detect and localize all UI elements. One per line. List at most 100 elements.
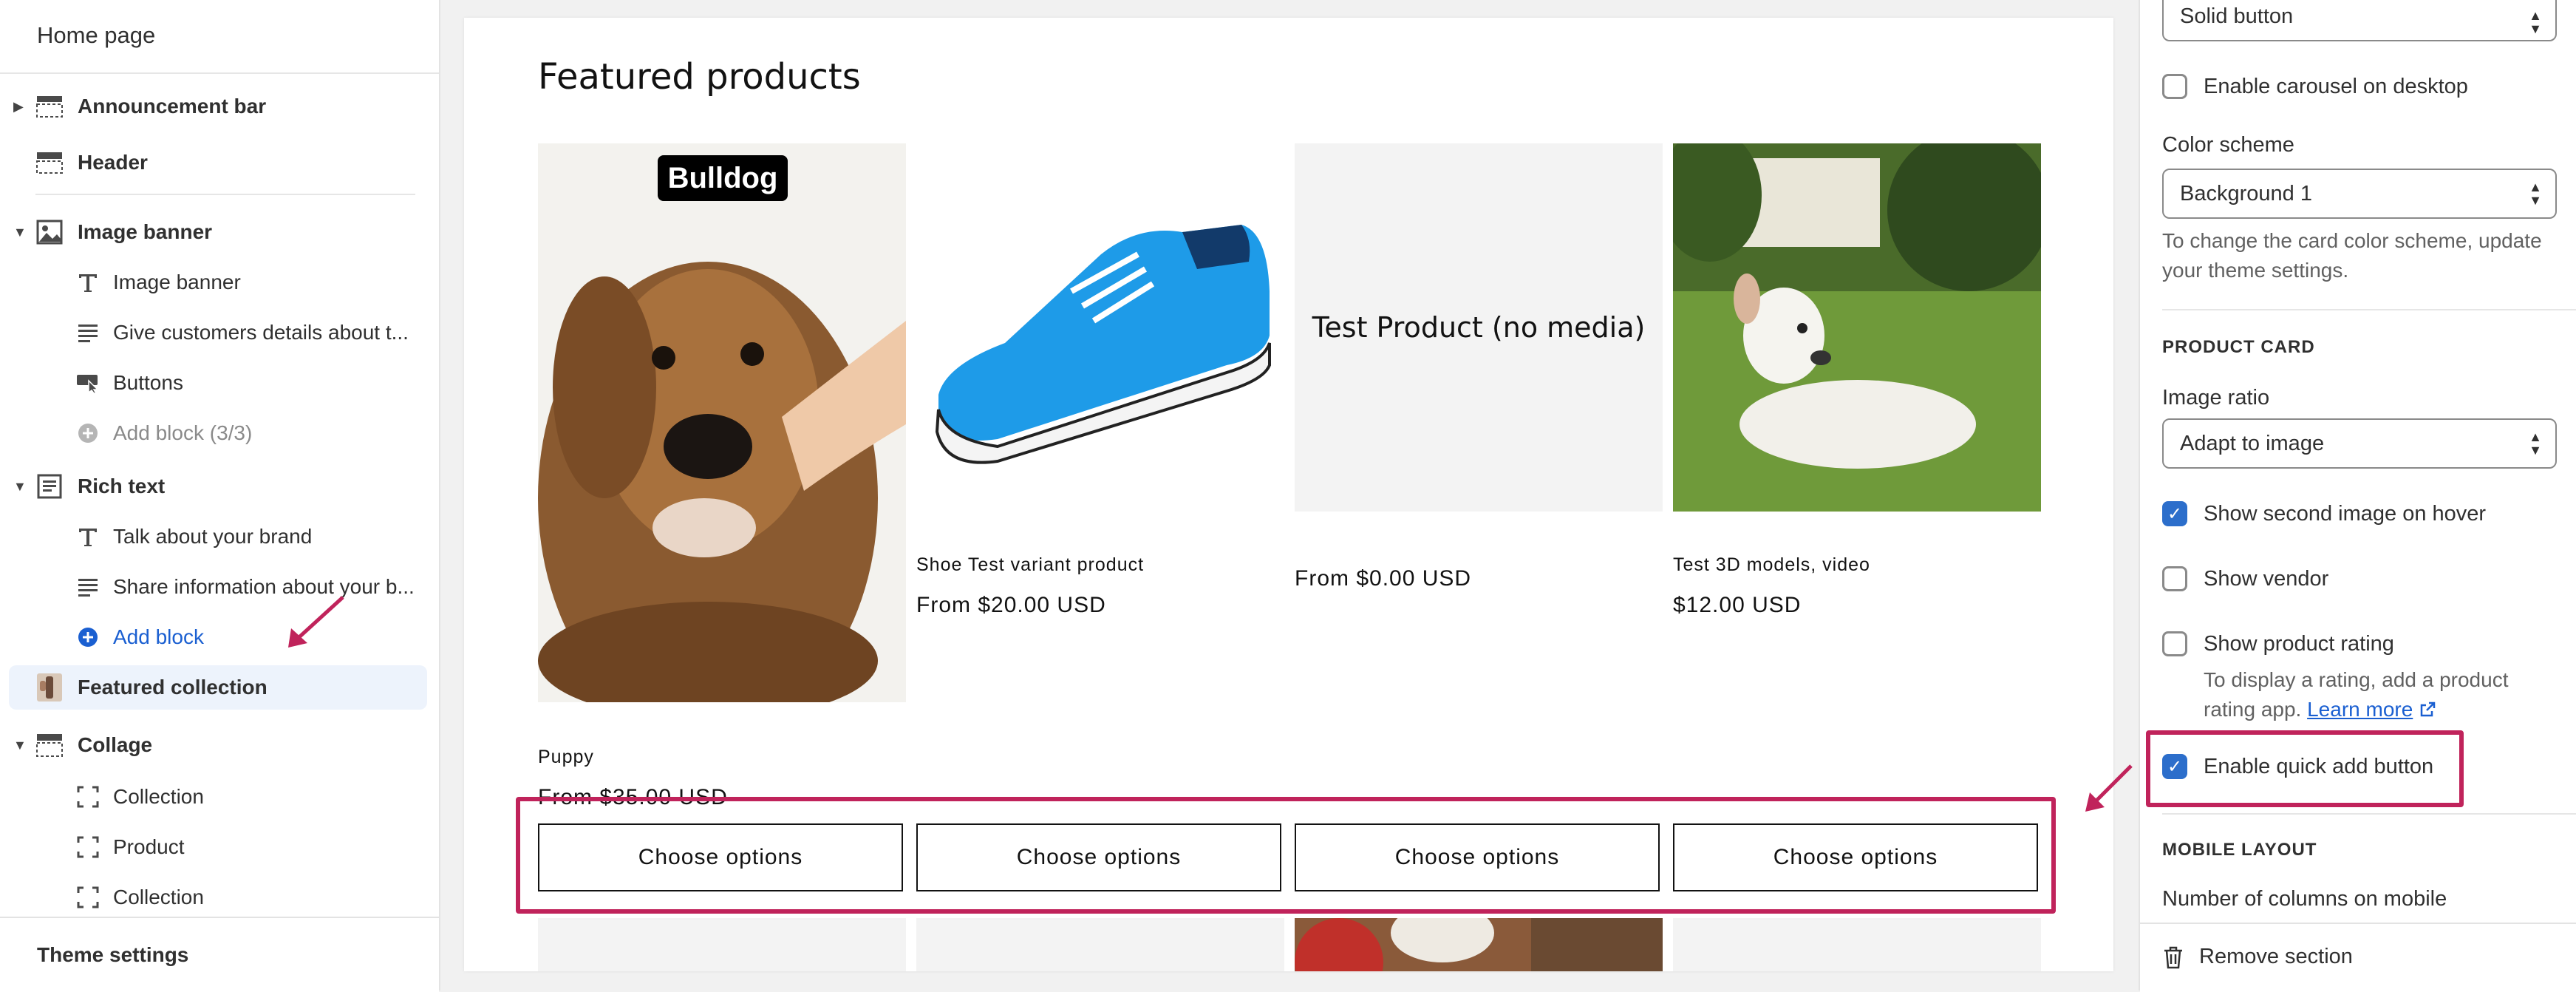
sidebar-item-paragraph[interactable]: Give customers details about t... <box>0 310 439 355</box>
select-chevron-icon: ▲ ▼ <box>2529 429 2542 458</box>
checkbox-label: Show vendor <box>2204 566 2329 591</box>
enable-carousel-checkbox[interactable]: Enable carousel on desktop <box>2162 74 2468 99</box>
image-ratio-select[interactable]: Adapt to image ▲ ▼ <box>2162 418 2557 469</box>
show-second-image-checkbox[interactable]: ✓ Show second image on hover <box>2162 501 2486 526</box>
remove-section-button[interactable]: Remove section <box>2162 945 2353 969</box>
checkmark-icon[interactable]: ✓ <box>2162 501 2187 526</box>
checkbox-label: Show second image on hover <box>2204 501 2487 526</box>
select-value: Background 1 <box>2180 181 2312 205</box>
dashed-square-icon <box>74 883 102 911</box>
product-name[interactable]: Shoe Test variant product <box>916 554 1144 576</box>
sidebar-item-collage-product[interactable]: Product <box>0 825 439 869</box>
image-ratio-label: Image ratio <box>2162 386 2270 410</box>
header-icon <box>35 149 64 177</box>
checkbox-label: Enable carousel on desktop <box>2204 74 2468 98</box>
checkbox-empty-icon[interactable] <box>2162 566 2187 591</box>
sidebar-item-collage[interactable]: ▼ Collage <box>0 723 439 767</box>
sidebar-item-label: Announcement bar <box>78 95 267 118</box>
product-name[interactable]: Test 3D models, video <box>1673 554 1870 576</box>
learn-more-link[interactable]: Learn more <box>2307 698 2413 721</box>
sidebar-item-label: Add block <box>113 625 204 648</box>
show-product-rating-checkbox[interactable]: Show product rating <box>2162 631 2394 656</box>
checkbox-empty-icon[interactable] <box>2162 631 2187 656</box>
sidebar-item-label: Featured collection <box>78 676 268 699</box>
sidebar-item-rich-text[interactable]: ▼ Rich text <box>0 464 439 509</box>
placeholder-title: Test Product (no media) <box>1312 311 1646 344</box>
show-vendor-checkbox[interactable]: Show vendor <box>2162 566 2328 591</box>
mobile-layout-heading: MOBILE LAYOUT <box>2162 840 2317 860</box>
product-image[interactable] <box>916 143 1284 512</box>
sidebar-item-header[interactable]: Header <box>0 140 439 185</box>
dashed-square-icon <box>74 833 102 861</box>
sidebar-item-label: Give customers details about t... <box>113 321 409 344</box>
sidebar-item-rich-text-paragraph[interactable]: Share information about your b... <box>0 565 439 609</box>
checkbox-empty-icon[interactable] <box>2162 74 2187 99</box>
sidebar-item-label: Image banner <box>113 271 241 293</box>
product-image <box>1295 918 1663 971</box>
image-icon <box>35 218 64 246</box>
product-image[interactable] <box>1673 143 2041 512</box>
sidebar-item-label: Image banner <box>78 220 213 243</box>
rich-text-icon <box>35 472 64 500</box>
text-icon <box>74 268 102 296</box>
buttons-icon <box>74 369 102 397</box>
caret-down-icon[interactable]: ▼ <box>13 479 27 495</box>
sidebar-item-label: Header <box>78 151 148 174</box>
remove-section-footer: Remove section <box>2140 923 2576 992</box>
paragraph-icon <box>74 573 102 601</box>
divider <box>35 194 415 195</box>
image-caption: Bulldog <box>667 161 778 194</box>
settings-panel: Solid button ▲ ▼ Enable carousel on deskt… <box>2139 0 2576 992</box>
product-name[interactable]: Puppy <box>538 747 594 768</box>
collage-icon <box>35 731 64 759</box>
divider <box>2162 309 2576 310</box>
sidebar-item-image-banner[interactable]: ▼ Image banner <box>0 210 439 254</box>
annotation-highlight-box <box>516 797 2056 914</box>
sidebar-item-buttons[interactable]: Buttons <box>0 361 439 405</box>
sidebar-item-label: Buttons <box>113 371 183 394</box>
sidebar-item-rich-text-heading[interactable]: Talk about your brand <box>0 514 439 559</box>
section-icon <box>35 92 64 120</box>
sidebar-item-image-banner-text[interactable]: Image banner <box>0 260 439 305</box>
annotation-arrow-icon <box>288 596 344 648</box>
sidebar-item-label: Share information about your b... <box>113 575 415 598</box>
add-circle-icon <box>74 623 102 651</box>
sidebar-item-label: Collage <box>78 733 153 756</box>
page-title: Home page <box>37 22 156 48</box>
color-scheme-select[interactable]: Background 1 ▲ ▼ <box>2162 169 2557 219</box>
paragraph-icon <box>74 319 102 347</box>
section-heading: Featured products <box>538 56 861 98</box>
external-link-icon[interactable] <box>2419 701 2436 718</box>
theme-settings-footer[interactable]: Theme settings <box>0 917 439 992</box>
caret-down-icon[interactable]: ▼ <box>13 225 27 240</box>
checkbox-label: Show product rating <box>2204 631 2394 656</box>
sidebar-item-label: Collection <box>113 886 204 908</box>
product-placeholder[interactable]: Test Product (no media) <box>1295 143 1663 512</box>
annotation-highlight-box <box>2146 730 2464 807</box>
product-placeholder <box>1673 918 2041 971</box>
select-value: Adapt to image <box>2180 431 2325 455</box>
add-block-disabled: Add block (3/3) <box>0 411 439 455</box>
add-block-button[interactable]: Add block <box>0 615 439 659</box>
collection-thumbnail-icon <box>35 673 64 701</box>
sidebar-item-collage-collection[interactable]: Collection <box>0 775 439 819</box>
caret-right-icon[interactable]: ▶ <box>13 99 24 115</box>
product-image[interactable]: Bulldog <box>538 143 906 702</box>
sections-sidebar: Home page ▶ Announcement bar Header ▼ Im… <box>0 0 440 992</box>
product-price: $12.00 USD <box>1673 593 1802 617</box>
sidebar-item-announcement-bar[interactable]: ▶ Announcement bar <box>0 84 439 129</box>
theme-settings-link[interactable]: Theme settings <box>37 943 188 967</box>
product-rating-help: To display a rating, add a product ratin… <box>2204 665 2529 724</box>
remove-section-label: Remove section <box>2199 945 2353 968</box>
sidebar-item-collage-collection-2[interactable]: Collection <box>0 875 439 920</box>
product-placeholder <box>916 918 1284 971</box>
mobile-columns-label: Number of columns on mobile <box>2162 887 2447 911</box>
sidebar-item-featured-collection[interactable]: Featured collection <box>9 665 427 710</box>
color-scheme-label: Color scheme <box>2162 133 2294 157</box>
sidebar-item-label: Collection <box>113 785 204 808</box>
caret-down-icon[interactable]: ▼ <box>13 738 27 753</box>
button-style-select[interactable]: Solid button ▲ ▼ <box>2162 0 2557 41</box>
add-circle-icon <box>74 419 102 447</box>
sidebar-item-label: Rich text <box>78 475 166 497</box>
product-price: From $20.00 USD <box>916 593 1106 617</box>
